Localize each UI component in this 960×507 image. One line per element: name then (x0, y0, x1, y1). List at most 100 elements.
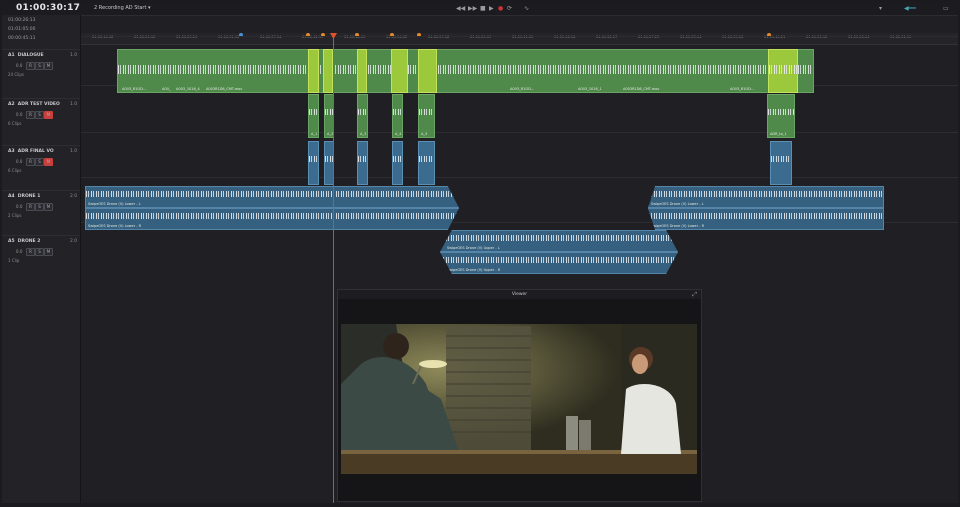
track-format: 1.0 (70, 53, 78, 58)
adr-test-clip[interactable]: A_1 (308, 94, 319, 138)
solo-button[interactable]: S (35, 111, 44, 119)
meter-icon[interactable]: ▭ (943, 5, 949, 12)
fairlight-timeline-window: 01:00:30:17 2 Recording AD Start ▾ ◀◀ ▶▶… (2, 2, 958, 503)
timecode-list: 01:00:26:13 01:01:05:00 00:00:45:11 (8, 16, 35, 43)
track-clip-count: 6 Clips (8, 121, 22, 126)
mute-button[interactable]: M (44, 248, 53, 256)
track-header-a4[interactable]: A4 DRONE 1 2.0 0.0 R S M 2 Clips (2, 190, 80, 235)
mute-button[interactable]: M (44, 203, 53, 211)
viewer-title: Viewer (338, 290, 701, 299)
clip-label: A003R1D6_CMT.mov (206, 87, 243, 91)
drone1-clip-left[interactable]: SwipeOES Drone (V) Lower - L (648, 186, 884, 208)
drone1-clip-left[interactable]: SwipeOES Drone (V) Lower - L (85, 186, 459, 208)
clip-label: A003_1016_1 (578, 87, 602, 91)
adr-final-clip[interactable] (357, 141, 368, 185)
fast-forward-icon[interactable]: ▶▶ (468, 5, 477, 12)
video-frame (341, 324, 697, 474)
view-options-icon[interactable]: ▾ (879, 5, 882, 12)
adr-final-clip[interactable] (418, 141, 435, 185)
clip-label: A_1 (311, 132, 318, 136)
mute-button[interactable]: M (44, 62, 53, 70)
record-arm-button[interactable]: R (26, 248, 35, 256)
dialogue-clip-highlight[interactable] (418, 49, 437, 93)
adr-test-clip[interactable]: A_5 (418, 94, 435, 138)
drone2-clip-right[interactable]: SwipeOES Drone (V) Upper - R (440, 252, 678, 274)
dialogue-clip-highlight[interactable] (768, 49, 798, 93)
track-volume[interactable]: 0.0 (16, 63, 22, 68)
timeline-selector[interactable]: 2 Recording AD Start ▾ (94, 2, 151, 15)
clip-label: SwipeOES Drone (V) Lower - R (651, 224, 705, 228)
master-timecode[interactable]: 01:00:30:17 (16, 2, 80, 15)
drone2-clip-left[interactable]: SwipeOES Drone (V) Upper - L (440, 230, 678, 252)
dialogue-clip-highlight[interactable] (357, 49, 367, 93)
loop-icon[interactable]: ⟳ (507, 5, 512, 12)
track-format: 1.0 (70, 102, 78, 107)
track-format: 2.0 (70, 194, 78, 199)
dialogue-clip-highlight[interactable] (323, 49, 333, 93)
volume-slider-icon[interactable]: ◀━━ (904, 5, 916, 12)
clip-label: SwipeOES Drone (V) Lower - L (88, 202, 141, 206)
solo-button[interactable]: S (35, 158, 44, 166)
drone1-clip-right[interactable]: SwipeOES Drone (V) Lower - R (648, 208, 884, 230)
clip-label: A003_1016_4 (176, 87, 200, 91)
clip-label: A003_R1OD... (510, 87, 535, 91)
track-header-a1[interactable]: A1 DIALOGUE 1.0 0.0 R S M 24 Clips (2, 49, 80, 98)
adr-test-clip[interactable]: A_3 (357, 94, 368, 138)
solo-button[interactable]: S (35, 203, 44, 211)
track-volume[interactable]: 0.0 (16, 249, 22, 254)
clip-label: SwipeOES Drone (V) Upper - L (447, 246, 500, 250)
adr-test-clip[interactable]: A_4 (392, 94, 403, 138)
solo-button[interactable]: S (35, 248, 44, 256)
automation-icon[interactable]: ∿ (524, 5, 529, 12)
clip-label: A003_R1OD... (730, 87, 755, 91)
close-icon[interactable]: ⤢ (692, 290, 697, 299)
clip-label: SwipeOES Drone (V) Lower - R (88, 224, 142, 228)
track-header-a2[interactable]: A2 ADR TEST VIDEO 1.0 0.0 R S M 6 Clips (2, 98, 80, 145)
clip-label: A00_ (162, 87, 171, 91)
stop-icon[interactable]: ■ (480, 5, 486, 12)
clip-label: A_5 (421, 132, 428, 136)
track-volume[interactable]: 0.0 (16, 204, 22, 209)
record-arm-button[interactable]: R (26, 203, 35, 211)
track-volume[interactable]: 0.0 (16, 112, 22, 117)
drone1-clip-right[interactable]: SwipeOES Drone (V) Lower - R (85, 208, 459, 230)
track-name: A4 DRONE 1 (8, 194, 41, 199)
track-header-a5[interactable]: A5 DRONE 2 2.0 0.0 R S M 1 Clip (2, 235, 80, 280)
track-name: A5 DRONE 2 (8, 239, 41, 244)
lane-a3 (81, 132, 958, 178)
clip-label: A_3 (360, 132, 367, 136)
track-header-a3[interactable]: A3 ADR FINAL VO 1.0 0.0 R S M 6 Clips (2, 145, 80, 190)
track-clip-count: 1 Clip (8, 258, 20, 263)
clip-label: A003_R1OD... (122, 87, 147, 91)
top-toolbar: 01:00:30:17 2 Recording AD Start ▾ ◀◀ ▶▶… (2, 2, 958, 16)
clip-label: SwipeOES Drone (V) Upper - R (447, 268, 501, 272)
adr-final-clip[interactable] (392, 141, 403, 185)
track-clip-count: 24 Clips (8, 72, 24, 77)
adr-final-clip[interactable] (308, 141, 319, 185)
record-arm-button[interactable]: R (26, 158, 35, 166)
tc-in: 01:00:26:13 (8, 18, 36, 23)
rewind-icon[interactable]: ◀◀ (456, 5, 465, 12)
video-still (341, 324, 697, 474)
adr-test-clip[interactable]: ADR_to_1 (767, 94, 795, 138)
track-volume[interactable]: 0.0 (16, 159, 22, 164)
tc-duration: 00:00:45:11 (8, 36, 36, 41)
track-format: 1.0 (70, 149, 78, 154)
clip-label: A003R1D6_CMT.mov (623, 87, 660, 91)
mute-button[interactable]: M (44, 158, 53, 166)
dialogue-clip-strip[interactable]: A003_R1OD... A00_ A003_1016_4 A003R1D6_C… (117, 49, 814, 93)
play-icon[interactable]: ▶ (489, 5, 494, 12)
clip-label: SwipeOES Drone (V) Lower - L (651, 202, 704, 206)
viewer-window[interactable]: Viewer ⤢ (337, 289, 702, 502)
record-arm-button[interactable]: R (26, 111, 35, 119)
clip-label: ADR_to_1 (770, 132, 787, 136)
mute-button[interactable]: M (44, 111, 53, 119)
playhead[interactable] (333, 33, 334, 503)
dialogue-clip-highlight[interactable] (391, 49, 408, 93)
solo-button[interactable]: S (35, 62, 44, 70)
track-name: A3 ADR FINAL VO (8, 149, 54, 154)
record-arm-button[interactable]: R (26, 62, 35, 70)
dialogue-clip-highlight[interactable] (308, 49, 319, 93)
record-icon[interactable]: ● (498, 5, 503, 12)
adr-final-clip[interactable] (770, 141, 792, 185)
